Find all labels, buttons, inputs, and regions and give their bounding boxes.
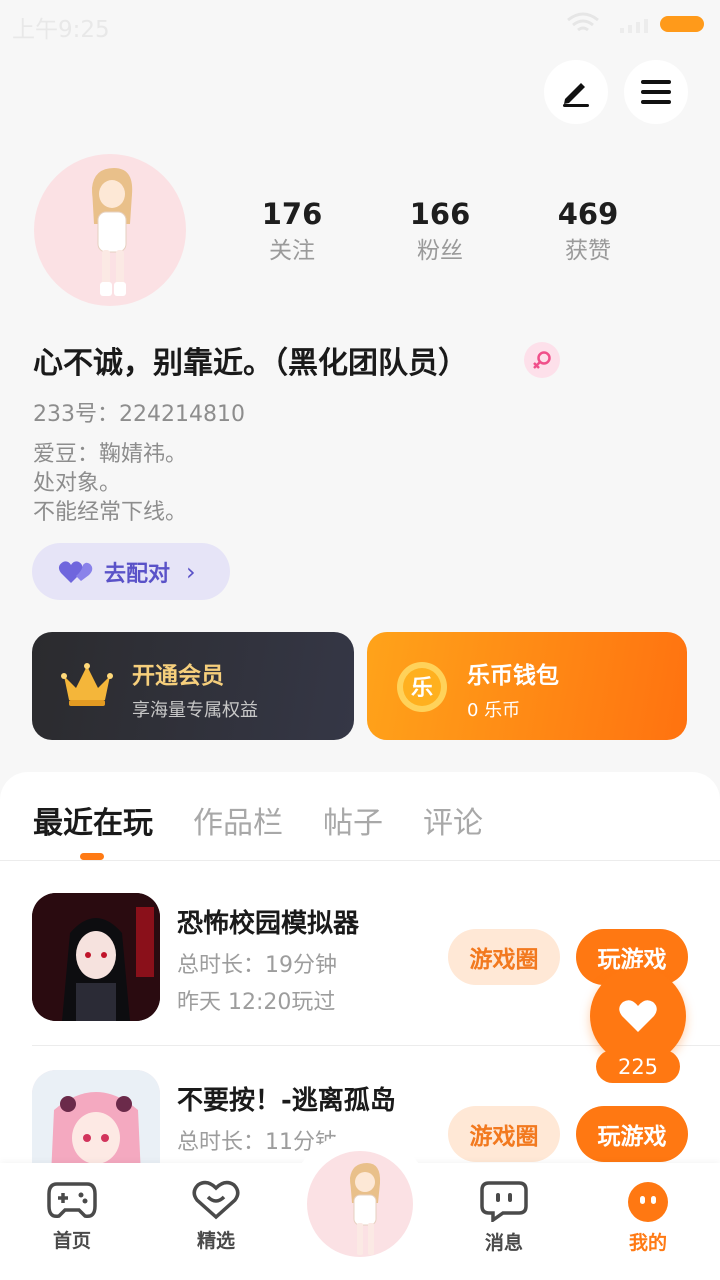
female-icon xyxy=(524,342,560,378)
chevron-right-icon: › xyxy=(186,557,196,586)
nav-home[interactable]: 首页 xyxy=(22,1180,122,1253)
bio-line: 爱豆：鞠婧祎。 xyxy=(33,442,188,467)
tab-bar: 最近在玩 作品栏 帖子 评论 xyxy=(33,798,523,842)
heart-outline-icon xyxy=(192,1180,240,1220)
stat-value: 469 xyxy=(557,197,619,231)
stat-value: 166 xyxy=(409,197,471,231)
game-last-played: 昨天 12:20玩过 xyxy=(177,990,336,1015)
nav-label: 首页 xyxy=(52,1230,91,1252)
game-circle-button[interactable]: 游戏圈 xyxy=(448,1106,560,1162)
play-game-button[interactable]: 玩游戏 xyxy=(576,1106,688,1162)
game-duration: 总时长：19分钟 xyxy=(177,953,337,978)
signal-icon xyxy=(620,19,648,33)
menu-icon xyxy=(641,80,671,104)
stat-label: 关注 xyxy=(269,238,315,264)
status-time: 上午9:25 xyxy=(12,17,110,43)
vip-subtitle: 享海量专属权益 xyxy=(132,700,258,721)
coin-glyph: 乐 xyxy=(411,676,433,701)
wallet-balance: 0 乐币 xyxy=(467,700,521,721)
wifi-icon xyxy=(567,12,599,32)
like-count: 225 xyxy=(596,1050,680,1083)
wallet-title: 乐币钱包 xyxy=(467,663,559,689)
active-tab-indicator xyxy=(80,853,104,860)
nav-me[interactable]: 我的 xyxy=(598,1180,698,1255)
gamepad-icon xyxy=(47,1182,97,1219)
stat-label: 获赞 xyxy=(565,238,611,264)
nav-featured[interactable]: 精选 xyxy=(166,1180,266,1253)
pen-icon xyxy=(563,83,589,107)
tab-comments[interactable]: 评论 xyxy=(423,798,483,842)
user-id: 233号：224214810 xyxy=(33,402,245,427)
nav-label: 精选 xyxy=(196,1230,235,1252)
stat-label: 粉丝 xyxy=(417,238,463,264)
avatar[interactable] xyxy=(34,154,186,306)
stat-value: 176 xyxy=(261,197,323,231)
vip-title: 开通会员 xyxy=(132,663,224,689)
pair-button[interactable]: 去配对 › xyxy=(32,543,230,600)
bio-line: 处对象。 xyxy=(33,471,122,496)
edit-profile-button[interactable] xyxy=(544,60,608,124)
status-bar: 上午9:25 xyxy=(0,0,720,50)
stat-following[interactable]: 176 关注 xyxy=(232,196,352,270)
game-name: 恐怖校园模拟器 xyxy=(177,909,360,939)
message-icon xyxy=(480,1181,528,1224)
battery-icon xyxy=(660,16,704,32)
nav-label: 我的 xyxy=(628,1232,667,1254)
nav-messages[interactable]: 消息 xyxy=(454,1180,554,1255)
anime-character-image xyxy=(92,168,133,296)
wallet-card[interactable]: 乐 乐币钱包 0 乐币 xyxy=(367,632,687,740)
game-name: 不要按！-逃离孤岛 xyxy=(177,1086,396,1116)
tab-recent[interactable]: 最近在玩 xyxy=(33,798,153,842)
nickname: 心不诚，别靠近。（黑化团队员） xyxy=(33,346,468,381)
stat-likes[interactable]: 469 获赞 xyxy=(528,196,648,270)
menu-button[interactable] xyxy=(624,60,688,124)
coin-icon: 乐 xyxy=(397,662,447,712)
bio-line: 不能经常下线。 xyxy=(33,500,188,525)
crown-icon xyxy=(61,663,113,706)
double-heart-icon xyxy=(58,560,93,583)
tab-posts[interactable]: 帖子 xyxy=(323,798,383,842)
center-avatar-button[interactable] xyxy=(304,1148,416,1260)
pair-button-label: 去配对 xyxy=(104,561,171,587)
tab-works[interactable]: 作品栏 xyxy=(193,798,283,842)
game-circle-button[interactable]: 游戏圈 xyxy=(448,929,560,985)
bio: 爱豆：鞠婧祎。 处对象。 不能经常下线。 xyxy=(33,440,187,527)
stat-followers[interactable]: 166 粉丝 xyxy=(380,196,500,270)
game-icon xyxy=(32,893,160,1021)
divider xyxy=(0,860,720,861)
me-icon xyxy=(628,1182,668,1222)
vip-card[interactable]: 开通会员 享海量专属权益 xyxy=(32,632,354,740)
nav-label: 消息 xyxy=(484,1232,523,1254)
heart-icon xyxy=(619,1000,657,1032)
